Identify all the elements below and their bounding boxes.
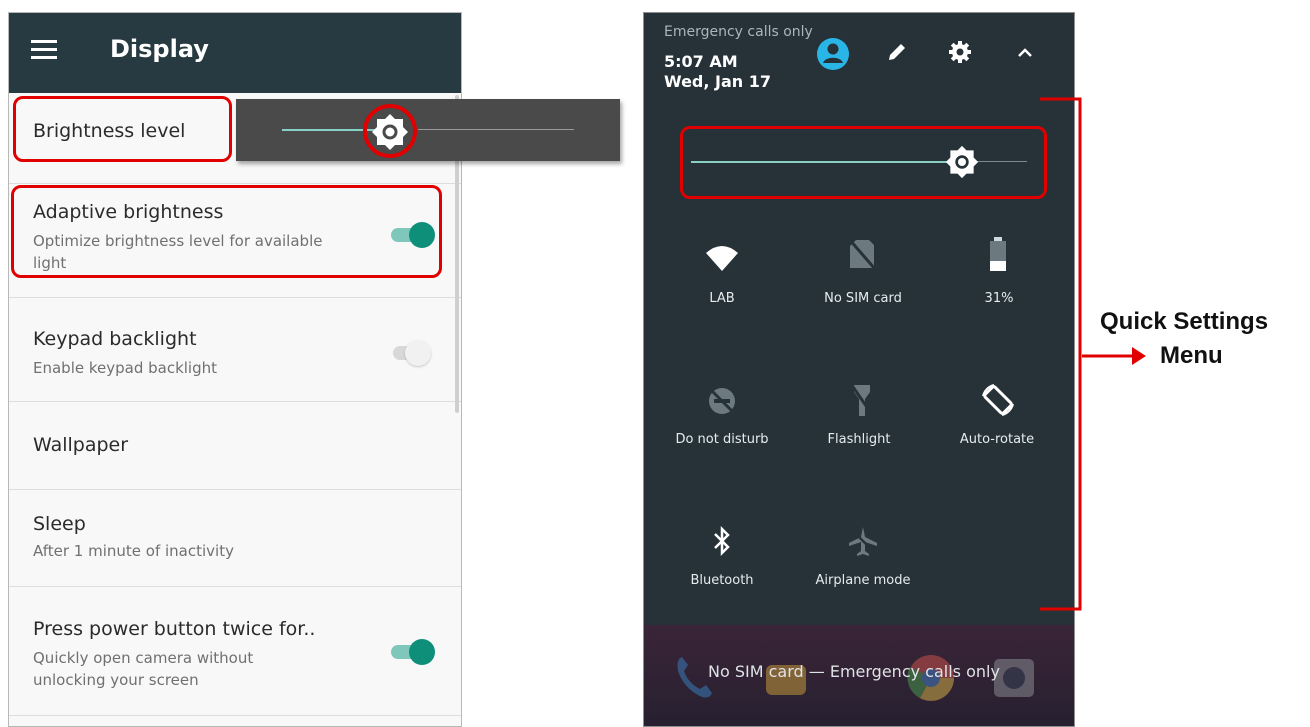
- auto-rotate-icon[interactable]: [980, 382, 1016, 418]
- tile-wifi-label: LAB: [709, 291, 735, 306]
- status-date: Wed, Jan 17: [664, 72, 772, 91]
- flashlight-icon[interactable]: [849, 382, 875, 418]
- divider: [9, 489, 461, 490]
- power-button-twice-toggle[interactable]: [389, 636, 435, 668]
- tile-bluetooth-label: Bluetooth: [690, 573, 754, 588]
- hamburger-menu-icon[interactable]: [31, 40, 57, 60]
- setting-power-button-twice-summary: Quickly open camera without unlocking yo…: [33, 649, 254, 689]
- setting-keypad-backlight-summary: Enable keypad backlight: [33, 359, 218, 377]
- airplane-icon[interactable]: [847, 525, 879, 557]
- setting-keypad-backlight[interactable]: Keypad backlight: [33, 328, 197, 350]
- keypad-backlight-toggle[interactable]: [391, 337, 437, 369]
- tile-airplane-label: Airplane mode: [815, 573, 911, 588]
- highlight-brightness-level: [13, 96, 232, 162]
- app-bar: Display: [9, 13, 461, 93]
- tile-sim-label: No SIM card: [824, 291, 902, 306]
- highlight-qs-brightness: [680, 126, 1047, 199]
- brightness-sun-icon[interactable]: [371, 113, 409, 151]
- battery-icon[interactable]: [987, 235, 1009, 273]
- lockscreen-status-text: No SIM card — Emergency calls only: [708, 662, 1000, 681]
- divider: [9, 297, 461, 298]
- setting-wallpaper[interactable]: Wallpaper: [33, 434, 128, 456]
- divider: [9, 715, 461, 716]
- slider-track-empty: [418, 129, 574, 130]
- wifi-icon[interactable]: [704, 239, 740, 275]
- tile-flashlight-label: Flashlight: [827, 432, 891, 447]
- network-status: Emergency calls only: [664, 24, 813, 40]
- divider: [9, 586, 461, 587]
- setting-power-button-twice[interactable]: Press power button twice for..: [33, 618, 315, 640]
- annotation-arrow-icon: [1082, 347, 1146, 365]
- do-not-disturb-icon[interactable]: [707, 386, 737, 416]
- divider: [9, 183, 461, 184]
- divider: [9, 401, 461, 402]
- highlight-adaptive-brightness: [11, 185, 442, 278]
- annotation-label-line1: Quick Settings: [1100, 308, 1269, 335]
- quick-settings-bracket: [1040, 97, 1082, 611]
- no-sim-icon[interactable]: [847, 237, 877, 271]
- setting-sleep[interactable]: Sleep: [33, 513, 86, 535]
- quick-settings-screen: Emergency calls only 5:07 AM Wed, Jan 17: [643, 12, 1075, 727]
- tile-dnd-label: Do not disturb: [675, 432, 769, 447]
- setting-sleep-summary: After 1 minute of inactivity: [33, 542, 234, 560]
- page-title: Display: [110, 35, 209, 63]
- brightness-slider-popup[interactable]: [236, 99, 620, 161]
- collapse-chevron-up-icon[interactable]: [1016, 45, 1034, 59]
- status-time: 5:07 AM: [664, 52, 738, 71]
- user-account-icon[interactable]: [816, 37, 850, 71]
- settings-gear-icon[interactable]: [948, 40, 972, 64]
- edit-pencil-icon[interactable]: [886, 41, 908, 63]
- annotation-label-line2: Menu: [1160, 342, 1223, 369]
- bluetooth-icon[interactable]: [710, 525, 734, 557]
